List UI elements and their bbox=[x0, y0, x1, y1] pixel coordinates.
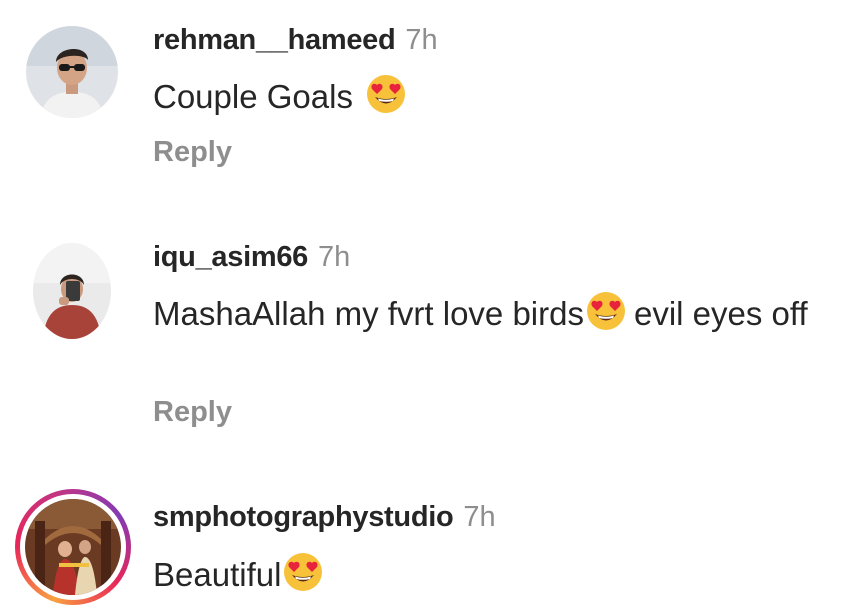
comment-text: MashaAllah my fvrt love birds evil eyes … bbox=[153, 291, 843, 341]
avatar[interactable] bbox=[33, 243, 111, 339]
avatar[interactable] bbox=[26, 26, 118, 118]
comment-username[interactable]: iqu_asim66 bbox=[153, 241, 308, 273]
comment-time: 7h bbox=[317, 241, 351, 273]
reply-button[interactable]: Reply bbox=[153, 395, 232, 429]
comment-meta: rehman__hameed 7h bbox=[153, 23, 438, 57]
comment-text-part: evil eyes off bbox=[633, 295, 808, 332]
comment-username[interactable]: smphotographystudio bbox=[153, 501, 454, 533]
comment-text-part: Couple Goals bbox=[153, 78, 363, 115]
comment-text-part: MashaAllah my fvrt love birds bbox=[153, 295, 584, 332]
comment-username[interactable]: rehman__hameed bbox=[153, 24, 396, 56]
comment-meta: iqu_asim66 7h bbox=[153, 240, 350, 274]
comment-text: Beautiful bbox=[153, 552, 843, 603]
heart-eyes-emoji-icon bbox=[283, 552, 323, 603]
reply-button[interactable]: Reply bbox=[153, 135, 232, 169]
comment-time: 7h bbox=[463, 501, 496, 533]
comment-text-part: Beautiful bbox=[153, 556, 282, 593]
comment-time: 7h bbox=[405, 24, 438, 56]
comment-meta: smphotographystudio 7h bbox=[153, 500, 496, 534]
avatar[interactable] bbox=[25, 499, 121, 595]
heart-eyes-emoji-icon bbox=[366, 74, 406, 125]
heart-eyes-emoji-icon bbox=[586, 291, 626, 341]
comments-list: rehman__hameed 7h Couple Goals Reply iqu… bbox=[0, 0, 849, 613]
comment-text: Couple Goals bbox=[153, 74, 843, 125]
